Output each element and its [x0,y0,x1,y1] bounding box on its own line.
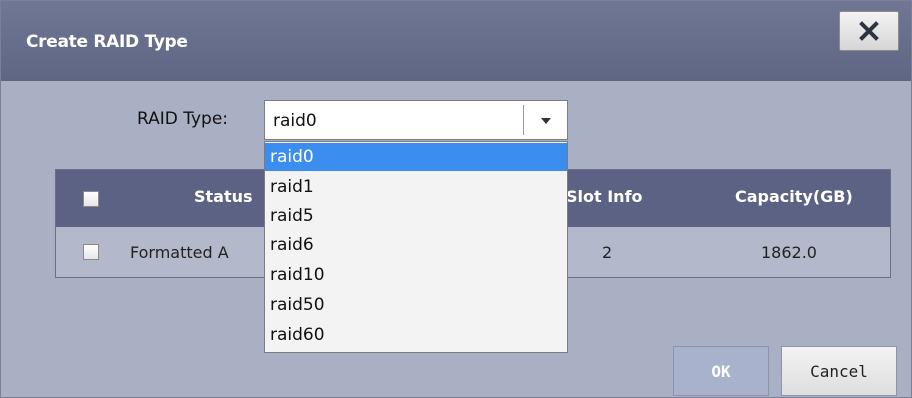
header-status: Status [194,187,253,206]
cell-status: Formatted A [130,243,229,262]
close-x-icon [859,21,879,41]
dialog-titlebar[interactable]: Create RAID Type [1,1,911,81]
cell-capacity: 1862.0 [761,243,817,262]
option-raid10[interactable]: raid10 [265,261,567,289]
select-all-checkbox[interactable] [83,191,99,207]
option-raid50[interactable]: raid50 [265,291,567,319]
raid-type-dropdown-list: raid0 raid1 raid5 raid6 raid10 raid50 ra… [264,141,568,353]
option-raid5[interactable]: raid5 [265,202,567,230]
raid-type-select[interactable]: raid0 [264,100,568,140]
option-raid1[interactable]: raid1 [265,173,567,201]
row-checkbox[interactable] [83,244,99,260]
option-raid60[interactable]: raid60 [265,321,567,349]
select-divider [523,105,524,135]
raid-type-label: RAID Type: [137,109,229,129]
close-button[interactable] [839,11,899,51]
cell-slot: 2 [602,243,613,262]
raid-type-selected-value: raid0 [273,111,317,131]
cancel-button[interactable]: Cancel [781,346,897,396]
header-slot-info: Slot Info [566,187,643,206]
option-raid6[interactable]: raid6 [265,231,567,259]
ok-button[interactable]: OK [673,346,769,396]
chevron-down-icon[interactable] [531,111,561,131]
dialog-title: Create RAID Type [26,32,188,52]
option-raid0[interactable]: raid0 [265,143,567,171]
header-capacity: Capacity(GB) [735,187,853,206]
create-raid-dialog: Create RAID Type RAID Type: raid0 Status… [0,0,912,398]
